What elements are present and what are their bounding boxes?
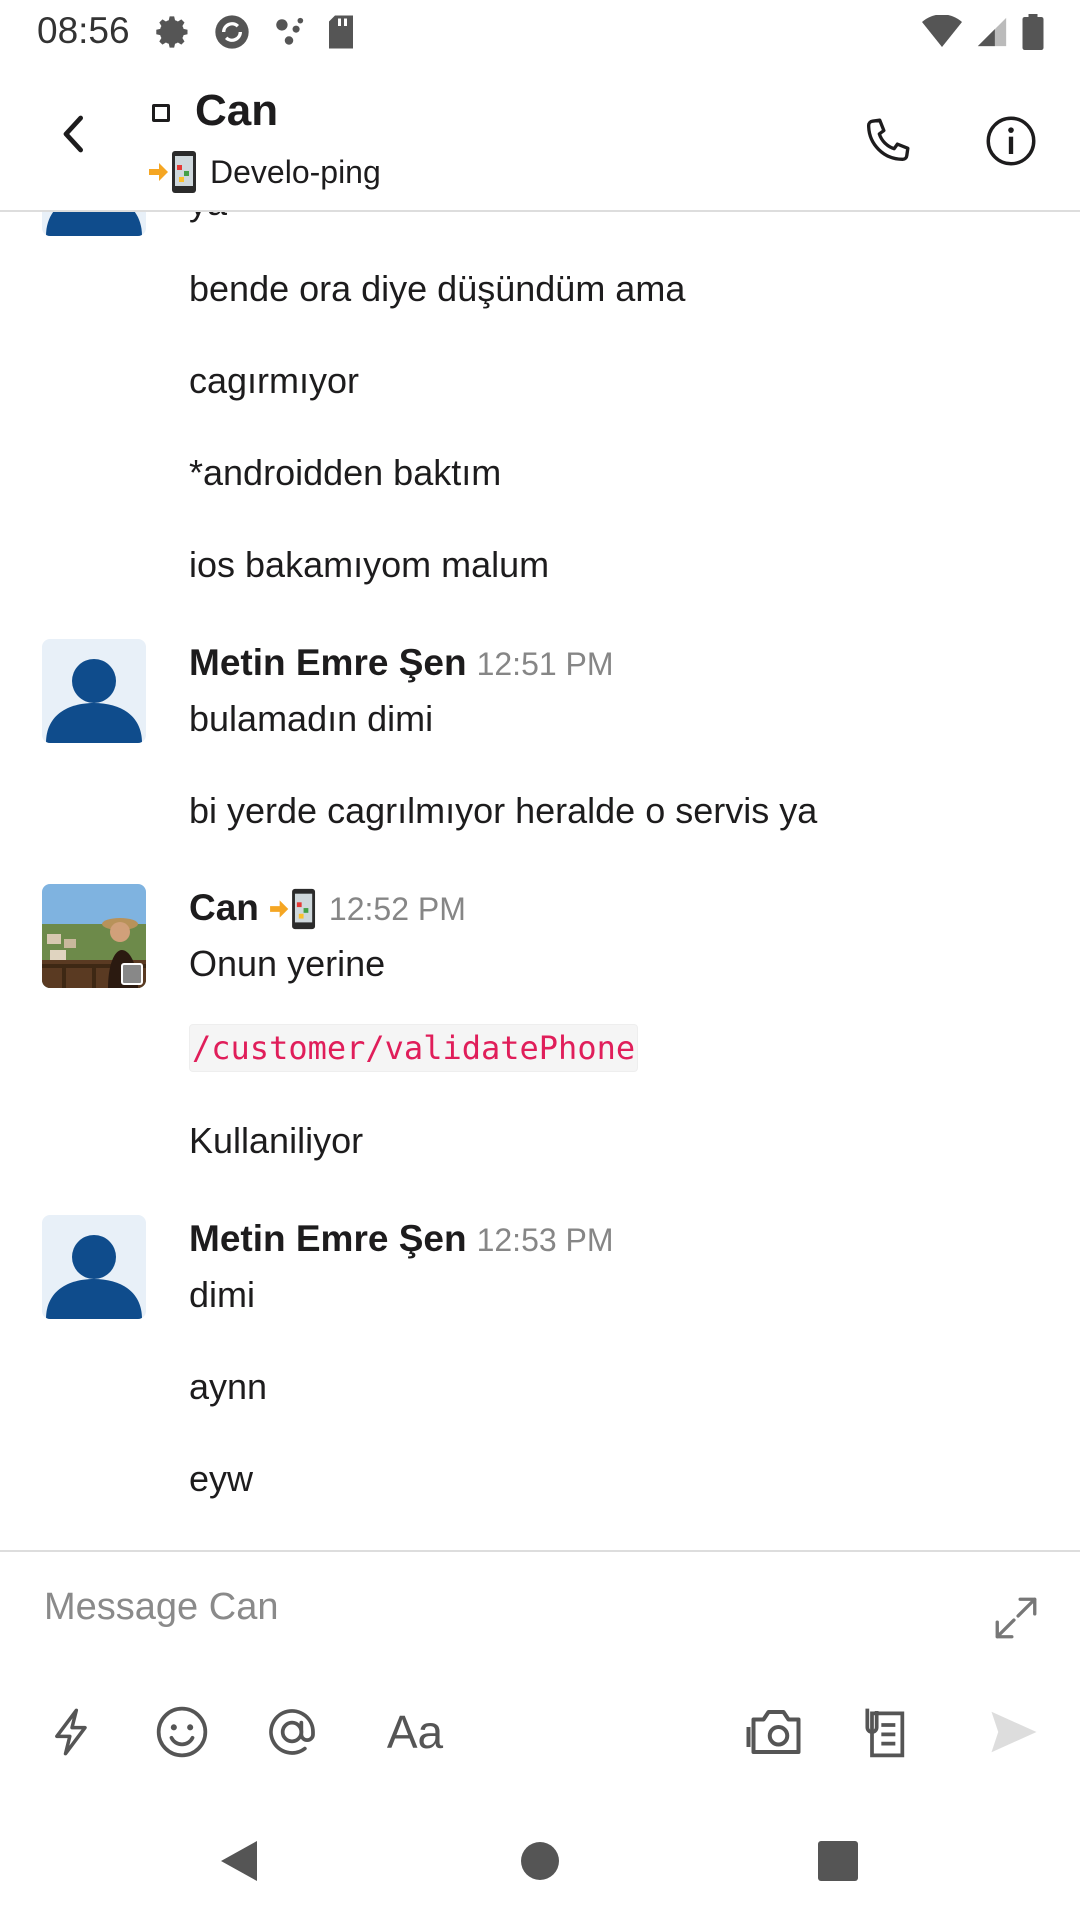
expand-icon [995,1597,1037,1639]
message-header: Metin Emre Şen 12:51 PM [189,642,614,684]
at-sign-icon [269,1709,315,1755]
formatting-button[interactable]: Aa [370,1700,460,1764]
avatar-metin[interactable] [42,1215,146,1319]
mention-button[interactable] [260,1700,324,1764]
message-header: Metin Emre Şen 12:53 PM [189,1218,614,1260]
camera-button[interactable] [744,1700,808,1764]
avatar[interactable] [42,212,146,236]
message-text: ya [189,212,227,224]
status-icons-left [156,10,356,54]
wifi-icon [922,15,962,47]
avatar-metin[interactable] [42,639,146,743]
call-button[interactable] [854,108,920,174]
message-text: aynn [189,1366,268,1407]
emoji-button[interactable] [150,1700,214,1764]
author-name[interactable]: Metin Emre Şen [189,1218,467,1260]
message-text: ios bakamıyom malum [189,544,550,585]
user-status[interactable]: Develo-ping [148,150,381,194]
message-text: eyw [189,1458,254,1499]
android-nav-bar [0,1800,1080,1920]
status-bar: 08:56 [0,0,1080,64]
assistant-dots-icon [276,17,304,45]
message-text: dimi [189,1274,256,1315]
format-label: Aa [386,1706,444,1758]
message-time[interactable]: 12:51 PM [477,646,614,683]
circle-home-icon [521,1842,559,1880]
smiley-icon [156,1706,208,1758]
expand-composer-button[interactable] [986,1588,1046,1648]
conversation-header: Can Develo-ping [0,64,1080,212]
message-text: bulamadın dimi [189,698,434,739]
info-icon [986,116,1036,166]
attachment-icon [865,1708,905,1758]
conversation-title[interactable]: Can [195,86,278,136]
presence-indicator [152,104,170,122]
lightning-icon [55,1708,87,1756]
battery-icon [1022,14,1044,50]
author-name[interactable]: Metin Emre Şen [189,642,467,684]
status-time: 08:56 [37,10,130,51]
camera-icon [746,1710,801,1754]
message-text: cagırmıyor [189,360,360,401]
message-text: bende ora diye düşündüm ama [189,268,686,309]
avatar-can-photo[interactable] [42,884,146,988]
message-text: Kullaniliyor [189,1120,364,1161]
phone-icon [866,118,910,162]
author-name[interactable]: Can [189,887,259,929]
signal-icon [977,17,1007,47]
status-icons-right [922,10,1044,54]
send-button[interactable] [982,1700,1046,1764]
message-time[interactable]: 12:52 PM [329,891,466,928]
nav-home-button[interactable] [505,1826,575,1896]
triangle-back-icon [221,1841,257,1881]
inline-code: /customer/validatePhone [189,1024,639,1072]
back-button[interactable] [44,104,104,164]
nav-back-button[interactable] [204,1826,274,1896]
shortcuts-button[interactable] [40,1700,104,1764]
sd-card-icon [329,15,353,49]
message-list[interactable]: ya bende ora diye düşündüm ama cagırmıyo… [0,212,1080,1546]
gear-icon [156,16,188,48]
sync-icon [215,15,249,49]
message-header: Can 12:52 PM [189,887,466,931]
info-button[interactable] [978,108,1044,174]
message-text: Onun yerine [189,943,386,984]
message-composer: Message Can Aa [0,1550,1080,1802]
chevron-left-icon [63,115,83,153]
message-text: *androidden baktım [189,452,502,493]
attach-file-button[interactable] [854,1700,918,1764]
arrow-phone-icon [149,151,196,193]
message-text: bi yerde cagrılmıyor heralde o servis ya [189,790,818,831]
square-recents-icon [818,1841,858,1881]
nav-recents-button[interactable] [803,1826,873,1896]
arrow-phone-icon [269,888,315,930]
slack-dm-screen: 08:56 Can Develo-ping bende ora diye düş… [0,0,1080,1920]
send-icon [991,1711,1037,1753]
message-input[interactable]: Message Can [44,1586,278,1629]
message-time[interactable]: 12:53 PM [477,1222,614,1259]
user-status-text: Develo-ping [210,153,381,190]
